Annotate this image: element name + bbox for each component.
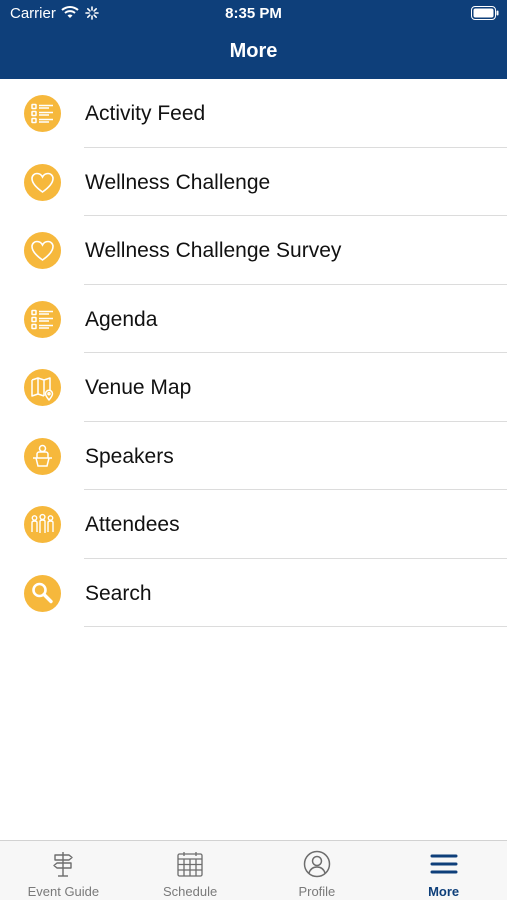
tab-profile[interactable]: Profile [254,841,381,900]
list-icon [24,95,61,132]
more-screen: Carrier 8:35 PM More Activity Feed Welln… [0,0,507,900]
status-time: 8:35 PM [225,5,282,22]
menu-item-label: Wellness Challenge [85,170,271,194]
menu-item-wellness-challenge[interactable]: Wellness Challenge [0,148,507,216]
menu-list: Activity Feed Wellness Challenge Wellnes… [0,79,507,627]
menu-item-speakers[interactable]: Speakers [0,422,507,490]
tab-schedule[interactable]: Schedule [127,841,254,900]
heart-icon [24,163,61,201]
map-icon [24,369,61,406]
menu-item-label: Venue Map [85,376,192,399]
profile-icon [303,850,331,878]
heart-icon [24,232,61,269]
tab-label: Profile [298,884,336,899]
menu-item-label: Wellness Challenge Survey [85,239,342,262]
menu-item-activity-feed[interactable]: Activity Feed [0,79,507,148]
menu-item-agenda[interactable]: Agenda [0,285,507,353]
calendar-icon [177,852,203,877]
divider [84,626,507,627]
menu-item-wellness-challenge-survey[interactable]: Wellness Challenge Survey [0,216,507,285]
menu-item-label: Speakers [85,444,174,468]
tab-bar: Event Guide Schedule Profile More [0,840,507,900]
tab-label: Event Guide [27,884,100,899]
header: Carrier 8:35 PM More [0,0,507,79]
list-icon [24,300,61,338]
tab-label: More [428,884,460,899]
tab-event-guide[interactable]: Event Guide [0,841,127,900]
menu-item-venue-map[interactable]: Venue Map [0,353,507,422]
signpost-icon [53,852,74,877]
menu-item-label: Activity Feed [85,102,206,125]
menu-item-attendees[interactable]: Attendees [0,490,507,559]
status-bar: Carrier 8:35 PM [0,0,507,28]
menu-item-label: Agenda [85,307,158,331]
menu-item-search[interactable]: Search [0,559,507,627]
speaker-podium-icon [24,437,61,475]
search-icon [24,574,61,612]
tab-label: Schedule [163,884,218,899]
battery-icon [471,6,499,20]
menu-item-label: Attendees [85,513,180,536]
hamburger-menu-icon [430,854,458,874]
menu-item-label: Search [85,581,152,605]
page-title: More [229,40,278,62]
tab-more[interactable]: More [380,841,507,900]
people-icon [24,506,61,543]
